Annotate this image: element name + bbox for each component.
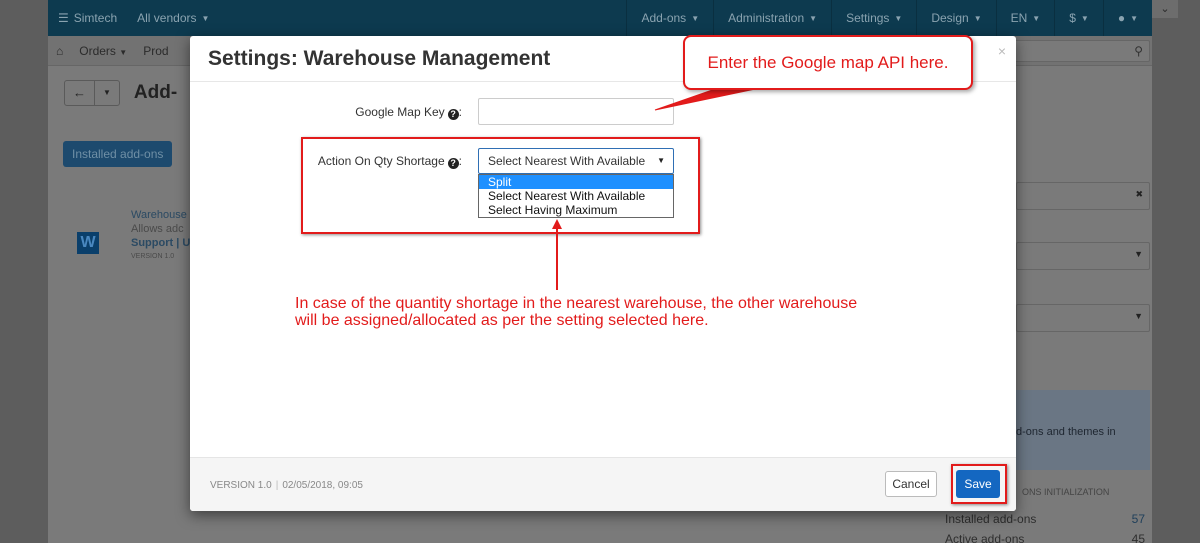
note-arrow-head: [552, 219, 562, 229]
callout-pointer: [654, 87, 761, 111]
annotation-arrows: [552, 87, 761, 290]
qty-shortage-note: In case of the quantity shortage in the …: [295, 295, 858, 329]
google-map-api-callout: Enter the Google map API here.: [683, 35, 973, 90]
